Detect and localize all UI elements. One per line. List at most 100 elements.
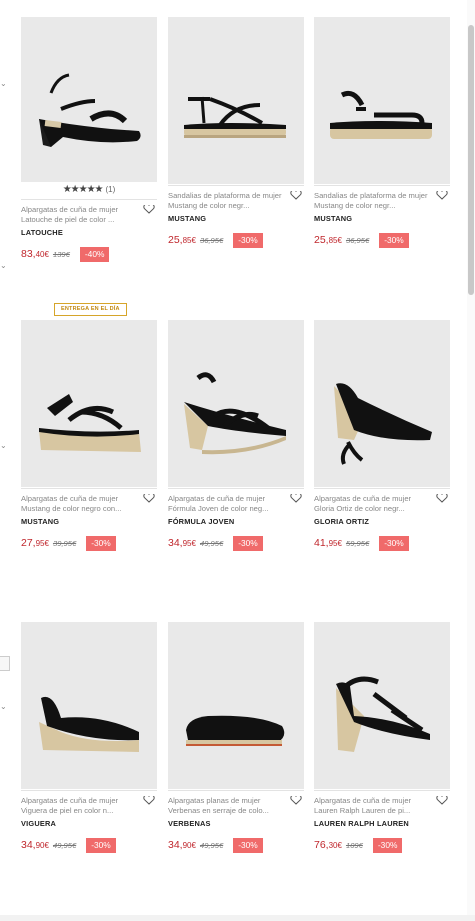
chevron-down-icon[interactable]: ⌄ (0, 442, 8, 450)
product-image[interactable] (21, 17, 157, 182)
current-price: 34,90€ (21, 839, 49, 851)
wedge-espadrille-image (184, 372, 286, 455)
product-image[interactable] (314, 17, 450, 184)
original-price: 49,95€ (52, 840, 77, 850)
original-price: 49,95€ (199, 538, 224, 548)
product-description[interactable]: Alpargatas de cuña de mujer Mustang de c… (21, 494, 157, 514)
product-description[interactable]: Sandalias de plataforma de mujer Mustang… (314, 191, 450, 211)
product-brand: MUSTANG (314, 214, 353, 223)
product-image[interactable] (168, 622, 304, 789)
current-price: 27,95€ (21, 537, 49, 549)
chevron-down-icon[interactable]: ⌄ (0, 262, 8, 270)
discount-badge: -30% (233, 535, 263, 551)
flat-espadrille-image (186, 715, 285, 746)
price-row: 34,90€ 49,95€ -30% (21, 837, 157, 853)
scrollbar[interactable] (467, 0, 475, 921)
discount-badge: -30% (233, 232, 263, 248)
chevron-down-icon[interactable]: ⌄ (0, 703, 8, 711)
product-card[interactable]: Alpargatas planas de mujer Verbenas en s… (168, 622, 304, 853)
product-description[interactable]: Alpargatas de cuña de mujer Viguera de p… (21, 796, 157, 816)
platform-sandal-image (330, 90, 432, 139)
product-card[interactable]: Alpargatas de cuña de mujer Fórmula Jove… (168, 320, 304, 551)
current-price: 41,95€ (314, 537, 342, 549)
product-listing-page: { "colors": { "accent_price": "#c0272d",… (0, 0, 475, 921)
product-description[interactable]: Alpargatas de cuña de mujer Fórmula Jove… (168, 494, 304, 514)
original-price: 59,95€ (345, 538, 370, 548)
product-image[interactable] (168, 17, 304, 184)
price-row: 34,90€ 49,95€ -30% (168, 837, 304, 853)
product-brand: VERBENAS (168, 819, 211, 828)
original-price: 109€ (345, 840, 363, 850)
product-brand: MUSTANG (21, 517, 60, 526)
product-description[interactable]: Alpargatas planas de mujer Verbenas en s… (168, 796, 304, 816)
discount-badge: -30% (379, 535, 409, 551)
current-price: 76,30€ (314, 839, 342, 851)
product-description[interactable]: Alpargatas de cuña de mujer Gloria Ortiz… (314, 494, 450, 514)
discount-badge: -30% (86, 535, 116, 551)
price-row: 41,95€ 59,95€ -30% (314, 535, 450, 551)
discount-badge: -30% (379, 232, 409, 248)
current-price: 83,40€ (21, 248, 49, 260)
price-row: 27,95€ 39,95€ -30% (21, 535, 157, 551)
original-price: 36,95€ (345, 235, 370, 245)
product-brand: LAUREN RALPH LAUREN (314, 819, 409, 828)
scrollbar-thumb[interactable] (468, 25, 474, 295)
price-row: 25,85€ 36,95€ -30% (314, 232, 450, 248)
product-image[interactable] (21, 622, 157, 789)
product-description[interactable]: Alpargatas de cuña de mujer Latouche de … (21, 205, 157, 225)
heart-outline-icon[interactable] (436, 494, 448, 503)
current-price: 25,85€ (168, 234, 196, 246)
product-card[interactable]: Alpargatas de cuña de mujer Lauren Ralph… (314, 622, 450, 853)
product-image[interactable] (21, 320, 157, 487)
heart-outline-icon[interactable] (436, 796, 448, 805)
product-description[interactable]: Sandalias de plataforma de mujer Mustang… (168, 191, 304, 211)
original-price: 49,95€ (199, 840, 224, 850)
product-description[interactable]: Alpargatas de cuña de mujer Lauren Ralph… (314, 796, 450, 816)
original-price: 36,95€ (199, 235, 224, 245)
discount-badge: -30% (372, 837, 403, 853)
same-day-delivery-badge: ENTREGA EN EL DÍA (54, 303, 127, 316)
price-row: 34,95€ 49,95€ -30% (168, 535, 304, 551)
price-row: 25,85€ 36,95€ -30% (168, 232, 304, 248)
original-price: 139€ (52, 249, 70, 259)
discount-badge: -30% (86, 837, 116, 853)
original-price: 39,95€ (52, 538, 77, 548)
current-price: 25,85€ (314, 234, 342, 246)
heart-outline-icon[interactable] (143, 205, 155, 214)
wedge-espadrille-image (39, 394, 141, 452)
wedge-espadrille-image (336, 676, 430, 752)
page-footer-edge (0, 915, 475, 921)
heart-outline-icon[interactable] (290, 191, 302, 200)
heart-outline-icon[interactable] (290, 796, 302, 805)
product-card[interactable]: Alpargatas de cuña de mujer Viguera de p… (21, 622, 157, 853)
product-card[interactable]: ENTREGA EN EL DÍA Alpargatas de cuña de … (21, 303, 157, 551)
current-price: 34,90€ (168, 839, 196, 851)
product-card[interactable]: Alpargatas de cuña de mujer Gloria Ortiz… (314, 320, 450, 551)
price-row: 83,40€ 139€ -40% (21, 246, 157, 262)
product-image[interactable] (314, 320, 450, 487)
product-brand: LATOUCHE (21, 228, 63, 237)
product-brand: VIGUERA (21, 819, 57, 828)
wedge-sandal-image (39, 73, 141, 147)
chevron-down-icon[interactable]: ⌄ (0, 80, 8, 88)
current-price: 34,95€ (168, 537, 196, 549)
rating: ★★★★★ (1) (62, 184, 116, 195)
product-brand: GLORIA ORTIZ (314, 517, 370, 526)
product-card[interactable]: Sandalias de plataforma de mujer Mustang… (314, 17, 450, 248)
product-card[interactable]: Sandalias de plataforma de mujer Mustang… (168, 17, 304, 248)
heart-outline-icon[interactable] (436, 191, 448, 200)
platform-sandal-image (184, 96, 286, 138)
price-row: 76,30€ 109€ -30% (314, 837, 450, 853)
heart-outline-icon[interactable] (290, 494, 302, 503)
discount-badge: -40% (79, 246, 110, 262)
wedge-espadrille-image (334, 383, 432, 465)
discount-badge: -30% (233, 837, 263, 853)
heart-outline-icon[interactable] (143, 796, 155, 805)
product-image[interactable] (314, 622, 450, 789)
wedge-espadrille-image (39, 696, 139, 752)
product-brand: FÓRMULA JOVEN (168, 517, 235, 526)
product-card[interactable]: ★★★★★ (1) Alpargatas de cuña de mujer Lat… (21, 17, 157, 262)
heart-outline-icon[interactable] (143, 494, 155, 503)
product-image[interactable] (168, 320, 304, 487)
filter-checkbox[interactable] (0, 656, 10, 671)
